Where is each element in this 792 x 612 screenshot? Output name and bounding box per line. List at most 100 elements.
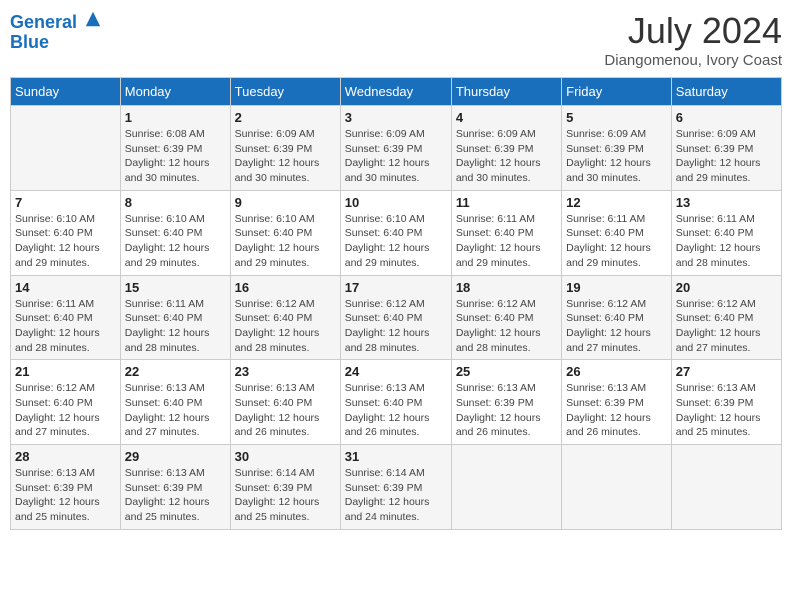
day-info: Sunrise: 6:12 AM Sunset: 6:40 PM Dayligh… [235,297,336,356]
calendar-cell: 7Sunrise: 6:10 AM Sunset: 6:40 PM Daylig… [11,190,121,275]
day-info: Sunrise: 6:12 AM Sunset: 6:40 PM Dayligh… [456,297,557,356]
calendar-cell: 29Sunrise: 6:13 AM Sunset: 6:39 PM Dayli… [120,445,230,530]
day-header-monday: Monday [120,78,230,106]
day-number: 23 [235,364,336,379]
calendar-cell: 12 Sunrise: 6:11 AM Sunset: 6:40 PM Dayli… [562,190,672,275]
day-info: Sunrise: 6:10 AM Sunset: 6:40 PM Dayligh… [15,212,116,271]
calendar-cell: 22Sunrise: 6:13 AM Sunset: 6:40 PM Dayli… [120,360,230,445]
calendar-cell: 4Sunrise: 6:09 AM Sunset: 6:39 PM Daylig… [451,106,561,191]
calendar-cell: 24 Sunrise: 6:13 AM Sunset: 6:40 PM Dayli… [340,360,451,445]
day-info: Sunrise: 6:11 AM Sunset: 6:40 PM Dayligh… [456,212,557,271]
calendar-cell: 15 Sunrise: 6:11 AM Sunset: 6:40 PM Dayli… [120,275,230,360]
day-info: Sunrise: 6:13 AM Sunset: 6:39 PM Dayligh… [566,381,667,440]
calendar-cell: 6 Sunrise: 6:09 AM Sunset: 6:39 PM Daylig… [671,106,781,191]
day-number: 5 [566,110,667,125]
day-info: Sunrise: 6:10 AM Sunset: 6:40 PM Dayligh… [125,212,226,271]
logo-text: General [10,10,102,33]
day-number: 30 [235,449,336,464]
day-number: 3 [345,110,447,125]
day-number: 14 [15,280,116,295]
calendar-cell: 23Sunrise: 6:13 AM Sunset: 6:40 PM Dayli… [230,360,340,445]
day-number: 9 [235,195,336,210]
logo-icon [84,10,102,28]
calendar-cell: 17 Sunrise: 6:12 AM Sunset: 6:40 PM Dayli… [340,275,451,360]
day-info: Sunrise: 6:09 AM Sunset: 6:39 PM Dayligh… [676,127,777,186]
day-number: 19 [566,280,667,295]
day-header-tuesday: Tuesday [230,78,340,106]
day-info: Sunrise: 6:08 AM Sunset: 6:39 PM Dayligh… [125,127,226,186]
day-info: Sunrise: 6:12 AM Sunset: 6:40 PM Dayligh… [345,297,447,356]
calendar-cell: 21Sunrise: 6:12 AM Sunset: 6:40 PM Dayli… [11,360,121,445]
day-number: 25 [456,364,557,379]
calendar-cell: 19 Sunrise: 6:12 AM Sunset: 6:40 PM Dayli… [562,275,672,360]
day-number: 27 [676,364,777,379]
calendar-cell [451,445,561,530]
calendar-cell: 8 Sunrise: 6:10 AM Sunset: 6:40 PM Daylig… [120,190,230,275]
day-number: 31 [345,449,447,464]
logo: General Blue [10,10,102,53]
day-info: Sunrise: 6:11 AM Sunset: 6:40 PM Dayligh… [676,212,777,271]
day-number: 12 [566,195,667,210]
calendar-week-row: 14 Sunrise: 6:11 AM Sunset: 6:40 PM Dayli… [11,275,782,360]
month-title: July 2024 [604,10,782,52]
day-number: 13 [676,195,777,210]
calendar-cell: 13 Sunrise: 6:11 AM Sunset: 6:40 PM Dayli… [671,190,781,275]
calendar-cell: 11Sunrise: 6:11 AM Sunset: 6:40 PM Dayli… [451,190,561,275]
day-info: Sunrise: 6:14 AM Sunset: 6:39 PM Dayligh… [345,466,447,525]
day-info: Sunrise: 6:13 AM Sunset: 6:39 PM Dayligh… [456,381,557,440]
day-info: Sunrise: 6:10 AM Sunset: 6:40 PM Dayligh… [235,212,336,271]
calendar-cell: 31 Sunrise: 6:14 AM Sunset: 6:39 PM Dayli… [340,445,451,530]
calendar-week-row: 28Sunrise: 6:13 AM Sunset: 6:39 PM Dayli… [11,445,782,530]
calendar-cell: 18 Sunrise: 6:12 AM Sunset: 6:40 PM Dayli… [451,275,561,360]
day-number: 29 [125,449,226,464]
day-number: 16 [235,280,336,295]
calendar-cell: 26 Sunrise: 6:13 AM Sunset: 6:39 PM Dayli… [562,360,672,445]
calendar-cell: 3Sunrise: 6:09 AM Sunset: 6:39 PM Daylig… [340,106,451,191]
calendar-table: SundayMondayTuesdayWednesdayThursdayFrid… [10,77,782,530]
title-block: July 2024 Diangomenou, Ivory Coast [604,10,782,69]
day-info: Sunrise: 6:09 AM Sunset: 6:39 PM Dayligh… [456,127,557,186]
calendar-week-row: 7Sunrise: 6:10 AM Sunset: 6:40 PM Daylig… [11,190,782,275]
day-number: 28 [15,449,116,464]
page-header: General Blue July 2024 Diangomenou, Ivor… [10,10,782,69]
day-info: Sunrise: 6:11 AM Sunset: 6:40 PM Dayligh… [15,297,116,356]
calendar-cell [562,445,672,530]
day-info: Sunrise: 6:10 AM Sunset: 6:40 PM Dayligh… [345,212,447,271]
day-info: Sunrise: 6:12 AM Sunset: 6:40 PM Dayligh… [566,297,667,356]
calendar-cell: 16 Sunrise: 6:12 AM Sunset: 6:40 PM Dayli… [230,275,340,360]
calendar-body: 1 Sunrise: 6:08 AM Sunset: 6:39 PM Daylig… [11,106,782,530]
location-subtitle: Diangomenou, Ivory Coast [604,52,782,69]
day-number: 20 [676,280,777,295]
calendar-cell: 28Sunrise: 6:13 AM Sunset: 6:39 PM Dayli… [11,445,121,530]
day-number: 18 [456,280,557,295]
day-number: 15 [125,280,226,295]
day-number: 24 [345,364,447,379]
calendar-cell: 20 Sunrise: 6:12 AM Sunset: 6:40 PM Dayli… [671,275,781,360]
day-info: Sunrise: 6:13 AM Sunset: 6:40 PM Dayligh… [345,381,447,440]
day-header-saturday: Saturday [671,78,781,106]
logo-blue-text: Blue [10,33,49,53]
day-number: 1 [125,110,226,125]
day-header-wednesday: Wednesday [340,78,451,106]
day-info: Sunrise: 6:11 AM Sunset: 6:40 PM Dayligh… [125,297,226,356]
day-info: Sunrise: 6:14 AM Sunset: 6:39 PM Dayligh… [235,466,336,525]
calendar-header-row: SundayMondayTuesdayWednesdayThursdayFrid… [11,78,782,106]
day-number: 21 [15,364,116,379]
day-number: 8 [125,195,226,210]
day-number: 17 [345,280,447,295]
calendar-cell: 30 Sunrise: 6:14 AM Sunset: 6:39 PM Dayli… [230,445,340,530]
calendar-cell: 2Sunrise: 6:09 AM Sunset: 6:39 PM Daylig… [230,106,340,191]
calendar-cell [671,445,781,530]
day-info: Sunrise: 6:09 AM Sunset: 6:39 PM Dayligh… [235,127,336,186]
day-number: 26 [566,364,667,379]
calendar-cell: 27Sunrise: 6:13 AM Sunset: 6:39 PM Dayli… [671,360,781,445]
day-header-friday: Friday [562,78,672,106]
day-number: 6 [676,110,777,125]
day-number: 10 [345,195,447,210]
calendar-cell: 9 Sunrise: 6:10 AM Sunset: 6:40 PM Daylig… [230,190,340,275]
day-header-thursday: Thursday [451,78,561,106]
calendar-cell: 10 Sunrise: 6:10 AM Sunset: 6:40 PM Dayli… [340,190,451,275]
calendar-cell: 14 Sunrise: 6:11 AM Sunset: 6:40 PM Dayli… [11,275,121,360]
day-info: Sunrise: 6:12 AM Sunset: 6:40 PM Dayligh… [676,297,777,356]
day-info: Sunrise: 6:11 AM Sunset: 6:40 PM Dayligh… [566,212,667,271]
